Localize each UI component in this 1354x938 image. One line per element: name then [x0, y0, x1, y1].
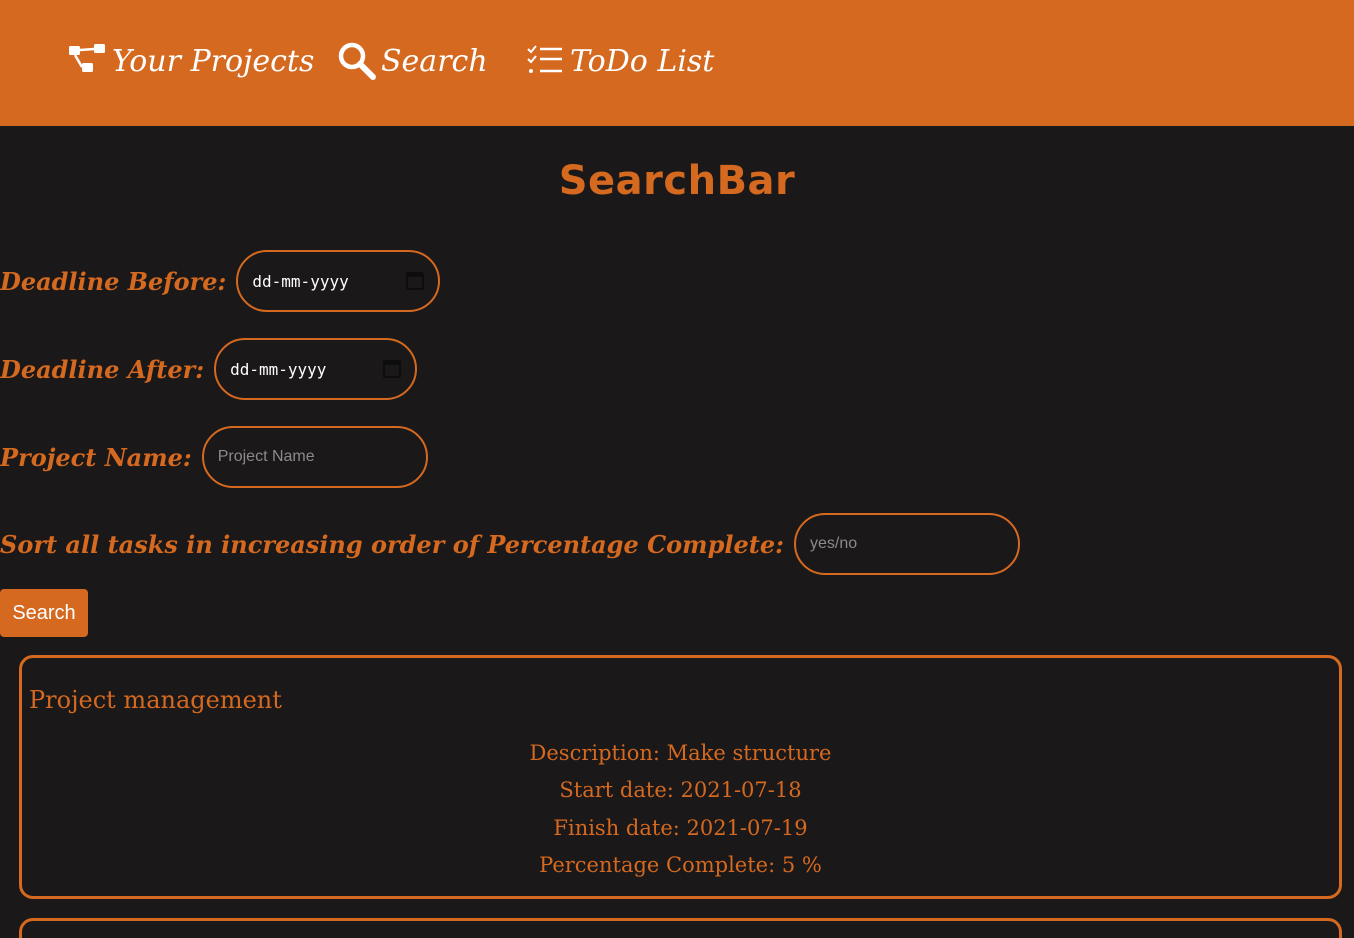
nav-label: ToDo List — [570, 43, 715, 79]
deadline-before-value: dd-mm-yyyy — [252, 271, 349, 291]
top-navbar: Your Projects Search ToDo List — [0, 0, 1354, 126]
calendar-icon[interactable] — [406, 272, 425, 290]
nav-search[interactable]: Search — [337, 36, 488, 86]
sort-input[interactable]: yes/no — [793, 513, 1020, 575]
project-name-placeholder: Project Name — [217, 448, 315, 465]
project-name-input[interactable]: Project Name — [201, 426, 428, 488]
nav-your-projects[interactable]: Your Projects — [68, 36, 314, 86]
project-finish-date: Finish date: 2021-07-19 — [553, 816, 808, 840]
deadline-after-input[interactable]: dd-mm-yyyy — [214, 338, 418, 400]
sort-placeholder: yes/no — [809, 535, 858, 552]
nav-label: Search — [381, 43, 488, 79]
search-icon — [337, 41, 377, 81]
deadline-before-label: Deadline Before: — [0, 266, 227, 296]
deadline-after-label: Deadline After: — [0, 354, 205, 384]
project-title: Project management — [29, 686, 282, 714]
project-start-date: Start date: 2021-07-18 — [559, 778, 802, 802]
project-name-label: Project Name: — [0, 442, 192, 472]
project-percentage: Percentage Complete: 5 % — [539, 853, 822, 877]
project-card: Project management Description: Make str… — [19, 655, 1342, 899]
deadline-after-value: dd-mm-yyyy — [230, 359, 327, 379]
project-card — [19, 918, 1342, 938]
search-button[interactable]: Search — [0, 589, 88, 637]
page-title: SearchBar — [558, 158, 796, 204]
sort-label: Sort all tasks in increasing order of Pe… — [0, 529, 784, 559]
nav-todo-list[interactable]: ToDo List — [526, 36, 714, 86]
nav-label: Your Projects — [112, 43, 315, 79]
sort-row: Sort all tasks in increasing order of Pe… — [0, 513, 1020, 575]
project-name-row: Project Name: Project Name — [0, 426, 428, 488]
project-tree-icon — [68, 41, 108, 81]
calendar-icon[interactable] — [383, 360, 402, 378]
project-description: Description: Make structure — [529, 741, 832, 765]
deadline-after-row: Deadline After: dd-mm-yyyy — [0, 338, 418, 400]
deadline-before-input[interactable]: dd-mm-yyyy — [236, 250, 441, 312]
todo-list-icon — [526, 41, 566, 81]
deadline-before-row: Deadline Before: dd-mm-yyyy — [0, 250, 441, 312]
